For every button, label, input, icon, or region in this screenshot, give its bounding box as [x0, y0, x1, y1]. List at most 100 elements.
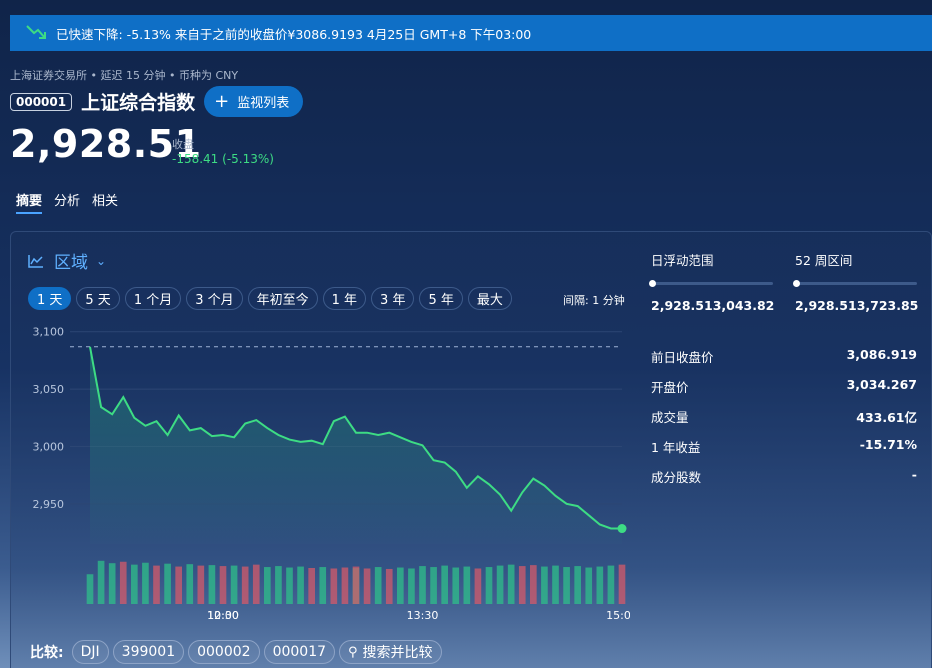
stock-name: 上证综合指数 [81, 92, 196, 114]
compare-chip-000017[interactable]: 000017 [263, 640, 336, 664]
y-tick-label: 3,000 [33, 440, 65, 453]
volume-bar [86, 574, 94, 604]
volume-bar [496, 565, 504, 604]
volume-bar [230, 565, 238, 604]
volume-bar [530, 565, 537, 604]
range-max[interactable]: 最大 [467, 287, 512, 310]
trend-down-icon [26, 25, 46, 39]
volume-bar [463, 566, 471, 604]
range-3m[interactable]: 3 个月 [186, 287, 243, 310]
area-chart-icon [28, 254, 43, 268]
volume-bar [286, 567, 293, 604]
stat-value: 3,034.267 [846, 377, 917, 392]
volume-bar [607, 565, 615, 604]
stat-label: 成分股数 [651, 470, 702, 485]
day-range-high: 3,043.82 [712, 298, 775, 313]
volume-bar [153, 565, 160, 604]
volume-bar [297, 566, 304, 604]
range-1d[interactable]: 1 天 [28, 287, 72, 310]
tab-summary[interactable]: 摘要 [16, 190, 43, 214]
stat-row: 成交量 433.61亿 [651, 407, 917, 437]
close-label: 收盘 [172, 138, 194, 151]
interval-label: 间隔: 1 分钟 [563, 294, 625, 307]
volume-bar [507, 564, 515, 604]
volume-bar [452, 567, 460, 604]
volume-bar [374, 567, 382, 604]
range-1m[interactable]: 1 个月 [124, 287, 182, 310]
tab-related[interactable]: 相关 [92, 190, 118, 214]
x-tick-label: 13:30 [407, 609, 439, 622]
price-chart: 3,1003,0503,0002,95010:3012:0013:3015:00 [33, 326, 631, 622]
volume-bar [574, 566, 581, 604]
price-change: -158.41 (-5.13%) [172, 152, 274, 166]
volume-bar [308, 568, 315, 604]
range-5y[interactable]: 5 年 [419, 287, 463, 310]
chevron-down-icon: ⌄ [96, 253, 107, 268]
week52-range: 52 周区间 2,928.51 3,723.85 [793, 250, 919, 313]
day-range-low: 2,928.51 [651, 298, 713, 313]
volume-bar [419, 566, 426, 604]
stat-label: 成交量 [651, 410, 689, 425]
stat-row: 前日收盘价 3,086.919 [651, 347, 917, 377]
volume-bar [186, 564, 194, 604]
chart-type-dropdown[interactable]: 区域 ⌄ [28, 248, 106, 273]
add-watchlist-button[interactable]: + 监视列表 [204, 86, 304, 117]
day-range-slider [649, 280, 773, 287]
volume-bar [474, 568, 482, 604]
x-tick-label: 12:00 [207, 609, 239, 622]
stat-label: 前日收盘价 [651, 350, 714, 365]
volume-bar [241, 566, 249, 604]
volume-bar [408, 568, 415, 604]
volume-bar [441, 565, 448, 604]
search-compare-label: 搜索并比较 [362, 645, 433, 661]
price-area [90, 346, 622, 544]
search-icon: ⚲ [348, 644, 358, 660]
range-selector: 1 天 5 天 1 个月 3 个月 年初至今 1 年 3 年 5 年 最大 [28, 287, 512, 310]
volume-bar [563, 567, 570, 604]
volume-bar [397, 567, 404, 604]
range-3y[interactable]: 3 年 [371, 287, 415, 310]
volume-bar [275, 566, 282, 604]
alert-banner: 已快速下降: -5.13% 来自于之前的收盘价¥3086.9193 4月25日 … [10, 15, 932, 51]
volume-bar [208, 565, 216, 604]
volume-bar [108, 563, 116, 604]
range-1y[interactable]: 1 年 [322, 287, 367, 310]
tab-bar: 摘要 分析 相关 [16, 190, 118, 214]
volume-bar [264, 567, 271, 604]
stat-value: - [911, 467, 917, 482]
volume-bar [197, 565, 205, 604]
volume-bar [596, 566, 604, 604]
volume-bar [119, 561, 127, 604]
week52-range-title: 52 周区间 [795, 253, 853, 268]
range-5d[interactable]: 5 天 [76, 287, 120, 310]
volume-bar [175, 566, 182, 604]
volume-bar [330, 568, 338, 604]
chart-type-label: 区域 [54, 253, 88, 273]
compare-bar: 比较: DJI 399001 000002 000017 ⚲ 搜索并比较 [30, 640, 442, 664]
volume-bar [541, 566, 548, 604]
compare-chip-399001[interactable]: 399001 [112, 640, 185, 664]
volume-bar [485, 567, 493, 604]
y-tick-label: 3,100 [33, 326, 65, 339]
day-range: 日浮动范围 2,928.51 3,043.82 [649, 250, 775, 313]
range-ytd[interactable]: 年初至今 [247, 287, 318, 310]
week52-range-high: 3,723.85 [856, 298, 919, 313]
exchange-info: 上海证券交易所 • 延迟 15 分钟 • 币种为 CNY [10, 69, 239, 82]
volume-bar [97, 560, 105, 604]
y-tick-label: 2,950 [33, 498, 65, 511]
volume-bar [164, 563, 171, 604]
ticker-code: 000001 [10, 92, 73, 111]
stat-label: 开盘价 [651, 380, 689, 395]
compare-chip-dji[interactable]: DJI [71, 640, 109, 664]
compare-chip-000002[interactable]: 000002 [188, 640, 260, 664]
volume-bar [341, 567, 349, 604]
last-price-dot [617, 524, 627, 534]
volume-bar [219, 566, 227, 604]
tab-analysis[interactable]: 分析 [54, 190, 80, 214]
stat-value: 433.61亿 [856, 410, 917, 425]
stat-row: 成分股数 - [651, 467, 917, 497]
volume-bar [385, 568, 393, 604]
y-tick-label: 3,050 [33, 383, 65, 396]
search-compare-button[interactable]: ⚲ 搜索并比较 [339, 640, 442, 664]
week52-range-low: 2,928.51 [795, 298, 857, 313]
